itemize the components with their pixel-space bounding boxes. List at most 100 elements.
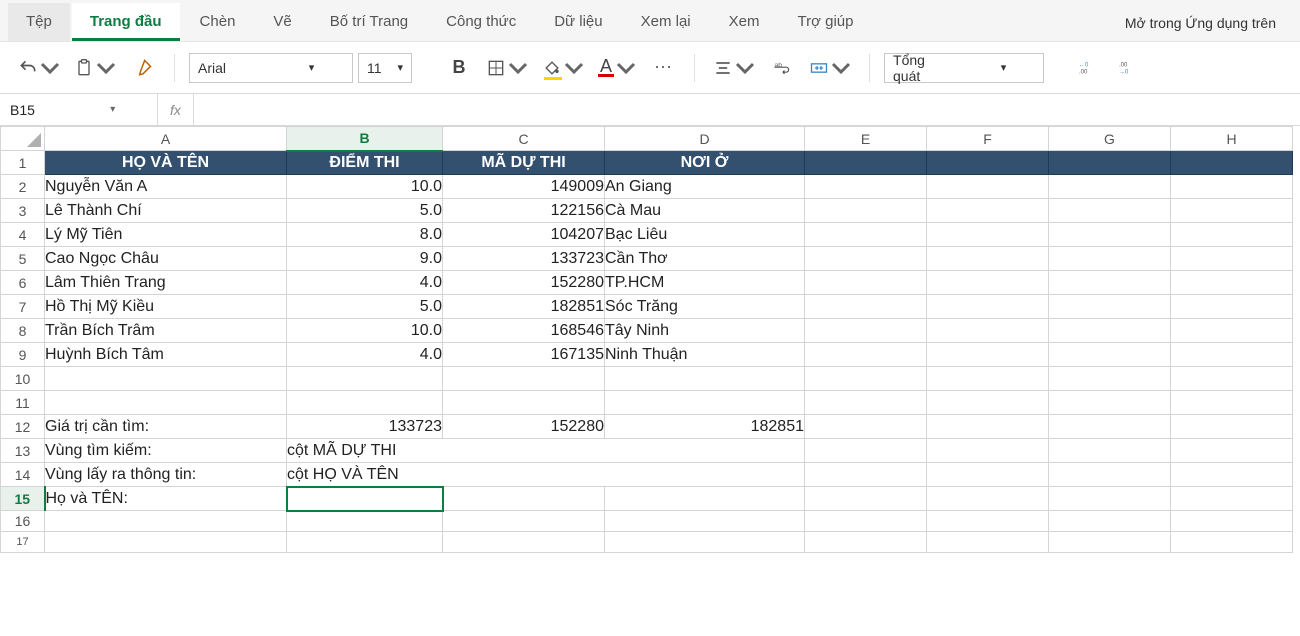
cell[interactable] [1049, 415, 1171, 439]
cell[interactable]: An Giang [605, 175, 805, 199]
cell[interactable] [805, 319, 927, 343]
cell[interactable]: Vùng lấy ra thông tin: [45, 463, 287, 487]
merge-cells-button[interactable] [805, 51, 855, 85]
open-in-desktop-app[interactable]: Mở trong Ứng dụng trên [1109, 5, 1292, 41]
cell[interactable]: 10.0 [287, 175, 443, 199]
increase-decimal-button[interactable]: .00→0 [1110, 51, 1144, 85]
paste-button[interactable] [70, 51, 120, 85]
name-box[interactable]: B15 ▾ [0, 94, 158, 125]
tab-file[interactable]: Tệp [8, 3, 70, 41]
cell[interactable] [1171, 175, 1293, 199]
cell[interactable] [1171, 151, 1293, 175]
cell[interactable]: 149009 [443, 175, 605, 199]
cell[interactable]: Huỳnh Bích Tâm [45, 343, 287, 367]
col-header-G[interactable]: G [1049, 127, 1171, 151]
cell[interactable] [927, 319, 1049, 343]
row-header[interactable]: 8 [1, 319, 45, 343]
row-header[interactable]: 14 [1, 463, 45, 487]
cell[interactable] [1049, 463, 1171, 487]
cell[interactable] [927, 295, 1049, 319]
cell[interactable] [805, 439, 927, 463]
cell[interactable] [1049, 295, 1171, 319]
cell[interactable] [443, 511, 605, 532]
cell[interactable] [1171, 319, 1293, 343]
cell[interactable] [1049, 223, 1171, 247]
selected-cell[interactable] [287, 487, 443, 511]
cell[interactable]: Vùng tìm kiếm: [45, 439, 287, 463]
decrease-decimal-button[interactable]: ←0.00 [1070, 51, 1104, 85]
col-header-D[interactable]: D [605, 127, 805, 151]
cell[interactable]: Ninh Thuận [605, 343, 805, 367]
cell[interactable]: 167135 [443, 343, 605, 367]
cell[interactable] [1171, 295, 1293, 319]
cell[interactable]: 182851 [443, 295, 605, 319]
cell[interactable] [805, 343, 927, 367]
cell[interactable] [927, 343, 1049, 367]
tab-help[interactable]: Trợ giúp [780, 3, 872, 41]
cell[interactable]: 152280 [443, 415, 605, 439]
cell[interactable] [45, 367, 287, 391]
cell[interactable]: NƠI Ở [605, 151, 805, 175]
tab-draw[interactable]: Vẽ [255, 3, 309, 41]
cell[interactable] [927, 271, 1049, 295]
more-font-options[interactable]: ⋯ [646, 51, 680, 85]
cell[interactable] [1049, 391, 1171, 415]
col-header-A[interactable]: A [45, 127, 287, 151]
cell[interactable]: Lý Mỹ Tiên [45, 223, 287, 247]
undo-button[interactable] [14, 51, 64, 85]
cell[interactable]: Tây Ninh [605, 319, 805, 343]
cell[interactable] [443, 532, 605, 553]
number-format-select[interactable]: Tổng quát ▾ [884, 53, 1044, 83]
cell[interactable]: Lê Thành Chí [45, 199, 287, 223]
cell[interactable] [927, 199, 1049, 223]
row-header[interactable]: 10 [1, 367, 45, 391]
cell[interactable] [1171, 247, 1293, 271]
col-header-E[interactable]: E [805, 127, 927, 151]
cell[interactable] [805, 511, 927, 532]
cell[interactable]: Cao Ngọc Châu [45, 247, 287, 271]
cell[interactable]: 8.0 [287, 223, 443, 247]
tab-formulas[interactable]: Công thức [428, 3, 534, 41]
cell[interactable] [1049, 439, 1171, 463]
cell[interactable] [1049, 151, 1171, 175]
borders-button[interactable] [482, 51, 532, 85]
row-header[interactable]: 2 [1, 175, 45, 199]
fx-icon[interactable]: fx [158, 94, 194, 125]
cell[interactable]: 5.0 [287, 199, 443, 223]
cell[interactable] [805, 247, 927, 271]
col-header-F[interactable]: F [927, 127, 1049, 151]
wrap-text-button[interactable]: ab [765, 51, 799, 85]
select-all-corner[interactable] [1, 127, 45, 151]
row-header[interactable]: 6 [1, 271, 45, 295]
horizontal-align-button[interactable] [709, 51, 759, 85]
cell[interactable] [605, 367, 805, 391]
cell[interactable] [605, 391, 805, 415]
cell[interactable] [1049, 247, 1171, 271]
row-header[interactable]: 5 [1, 247, 45, 271]
cell[interactable] [45, 532, 287, 553]
cell[interactable] [1049, 319, 1171, 343]
cell[interactable]: Trần Bích Trâm [45, 319, 287, 343]
cell[interactable] [805, 463, 927, 487]
cell[interactable]: Hồ Thị Mỹ Kiều [45, 295, 287, 319]
cell[interactable] [1171, 532, 1293, 553]
cell[interactable]: 104207 [443, 223, 605, 247]
row-header[interactable]: 17 [1, 532, 45, 553]
col-header-C[interactable]: C [443, 127, 605, 151]
cell[interactable]: 182851 [605, 415, 805, 439]
row-header[interactable]: 16 [1, 511, 45, 532]
cell[interactable] [1049, 271, 1171, 295]
cell[interactable]: MÃ DỰ THI [443, 151, 605, 175]
cell[interactable] [1049, 487, 1171, 511]
cell[interactable]: cột MÃ DỰ THI [287, 439, 805, 463]
tab-review[interactable]: Xem lại [623, 3, 709, 41]
cell[interactable] [927, 175, 1049, 199]
tab-insert[interactable]: Chèn [182, 3, 254, 41]
cell[interactable] [45, 511, 287, 532]
cell[interactable] [1171, 511, 1293, 532]
bold-button[interactable]: B [442, 51, 476, 85]
cell[interactable]: Cần Thơ [605, 247, 805, 271]
cell[interactable]: 4.0 [287, 343, 443, 367]
cell[interactable] [1171, 199, 1293, 223]
row-header[interactable]: 9 [1, 343, 45, 367]
